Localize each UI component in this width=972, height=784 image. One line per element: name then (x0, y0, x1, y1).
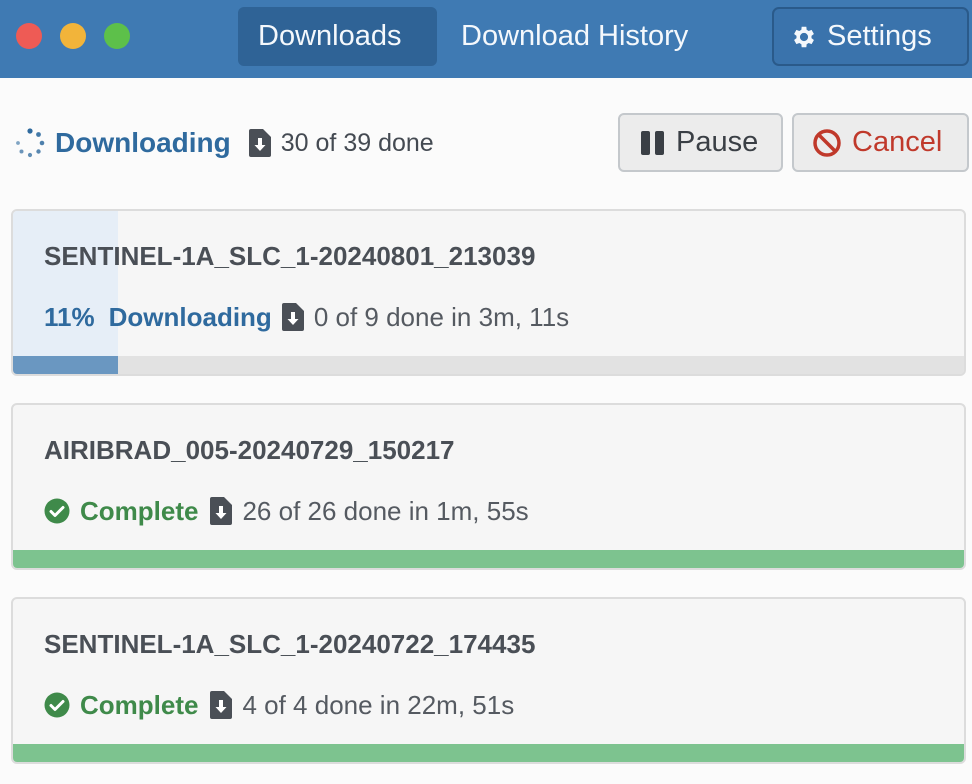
check-circle-icon (44, 498, 70, 524)
cancel-icon (813, 128, 841, 157)
download-name: AIRIBRAD_005-20240729_150217 (44, 435, 455, 465)
overall-count: 30 of 39 done (280, 128, 434, 157)
card-progress-fill (13, 211, 118, 374)
download-card: SENTINEL-1A_SLC_1-20240722_174435 Comple… (11, 597, 966, 764)
download-name: SENTINEL-1A_SLC_1-20240722_174435 (44, 629, 536, 659)
download-status-label: Complete (80, 495, 199, 526)
download-status: Complete 4 of 4 done in 22m, 51s (44, 687, 514, 723)
check-circle-icon (44, 692, 70, 718)
file-download-icon (210, 691, 233, 719)
pause-label: Pause (676, 126, 759, 158)
download-card: SENTINEL-1A_SLC_1-20240801_213039 11% Do… (11, 209, 966, 376)
download-detail: 26 of 26 done in 1m, 55s (242, 495, 529, 526)
progress-bar (13, 744, 964, 762)
file-download-icon (210, 497, 233, 525)
settings-label: Settings (827, 20, 932, 52)
close-window-button[interactable] (16, 23, 42, 49)
tab-download-history[interactable]: Download History (441, 7, 708, 66)
progress-bar-fill (13, 356, 118, 374)
file-download-icon (248, 129, 271, 157)
download-percent: 11% (44, 301, 95, 332)
minimize-window-button[interactable] (60, 23, 86, 49)
download-status: 11% Downloading 0 of 9 done in 3m, 11s (44, 299, 569, 335)
progress-bar (13, 356, 964, 374)
overall-status-label: Downloading (55, 127, 231, 158)
maximize-window-button[interactable] (104, 23, 130, 49)
pause-button[interactable]: Pause (618, 113, 783, 172)
download-detail: 4 of 4 done in 22m, 51s (242, 689, 515, 720)
cancel-button[interactable]: Cancel (792, 113, 969, 172)
cancel-label: Cancel (852, 126, 943, 158)
download-status: Complete 26 of 26 done in 1m, 55s (44, 493, 529, 529)
gear-icon (794, 26, 814, 47)
title-bar: Downloads Download History Settings (0, 0, 972, 78)
progress-bar-fill (13, 550, 964, 568)
settings-button[interactable]: Settings (772, 7, 969, 66)
progress-bar-fill (13, 744, 964, 762)
download-name: SENTINEL-1A_SLC_1-20240801_213039 (44, 241, 536, 271)
download-card: AIRIBRAD_005-20240729_150217 Complete 26… (11, 403, 966, 570)
download-detail: 0 of 9 done in 3m, 11s (313, 301, 570, 332)
spinner-icon (16, 128, 45, 158)
download-status-label: Complete (80, 689, 199, 720)
pause-icon (641, 130, 664, 155)
file-download-icon (281, 303, 304, 331)
progress-bar (13, 550, 964, 568)
download-status-label: Downloading (108, 301, 272, 332)
tab-downloads[interactable]: Downloads (238, 7, 437, 66)
overall-status: Downloading 30 of 39 done (14, 118, 434, 168)
